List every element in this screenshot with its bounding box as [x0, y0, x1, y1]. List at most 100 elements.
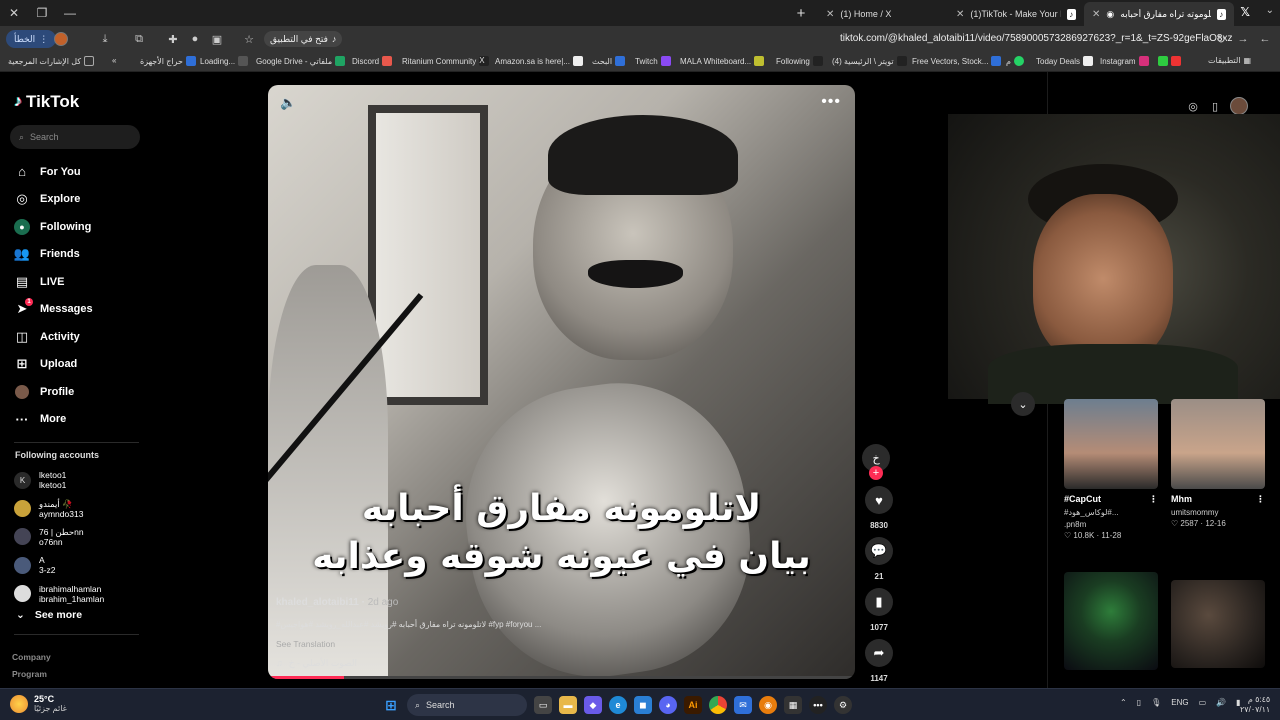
bookmark-apps[interactable]: التطبيقات ▦ — [1208, 56, 1251, 65]
video-thumbnail[interactable] — [1171, 399, 1265, 489]
nav-following[interactable]: ● Following — [14, 213, 93, 241]
url-field[interactable]: tiktok.com/@khaled_alotaibi11/video/7589… — [840, 33, 1232, 44]
follow-plus-icon[interactable]: + — [869, 466, 883, 480]
reload-icon[interactable]: ↻ — [1214, 32, 1228, 46]
bookmark-google-drive[interactable]: Google Drive - ملفاتي — [256, 56, 346, 66]
chrome-icon[interactable] — [709, 696, 727, 714]
bookmark-instagram[interactable]: Instagram — [1100, 56, 1149, 66]
bookmark-whatsapp[interactable]: م — [1006, 56, 1024, 66]
video-thumbnail[interactable] — [1171, 580, 1265, 668]
extensions-icon[interactable]: ✚ — [166, 32, 180, 46]
comment-action[interactable]: 💬 21 — [862, 537, 896, 581]
network-icon[interactable]: ▭ — [1199, 698, 1207, 707]
open-in-app-button[interactable]: فتح في التطبيق ♪ — [264, 31, 343, 47]
recommended-video-card[interactable] — [1171, 580, 1265, 668]
bookmark-search[interactable]: البحث — [592, 56, 626, 66]
creator-avatar[interactable]: خ + — [862, 444, 890, 480]
nav-live[interactable]: ▤ LIVE — [14, 268, 93, 296]
task-view-icon[interactable]: ▭ — [534, 696, 552, 714]
like-action[interactable]: ♥ 8830 — [862, 486, 896, 530]
search-input[interactable]: ⌕ Search — [10, 125, 140, 149]
bookmark-haraj[interactable]: حراج الأجهزة — [140, 56, 196, 66]
nav-profile[interactable]: Profile — [14, 378, 93, 406]
mail-icon[interactable]: ✉ — [734, 696, 752, 714]
chevron-double-icon[interactable]: « — [112, 56, 116, 65]
following-account[interactable]: Klketoo1 lketoo1 — [14, 466, 104, 494]
sound-link[interactable]: ♫ الصوت الأصلي - خ — [276, 658, 357, 669]
user-avatar[interactable] — [1230, 97, 1248, 115]
video-author[interactable]: khaled_alotaibi11 · 2d ago — [276, 597, 398, 608]
tab-tiktok-home[interactable]: ✕ (1)TikTok - Make Your Day ♪ — [948, 2, 1084, 26]
file-explorer-icon[interactable]: ▬ — [559, 696, 577, 714]
recommended-video-card[interactable] — [1064, 572, 1158, 670]
error-pill[interactable]: الخطأ ⋮ — [6, 30, 57, 48]
bookmark-mala[interactable]: MALA Whiteboard... — [680, 56, 765, 66]
audio-playing-icon[interactable]: ◉ — [1106, 9, 1114, 20]
bookmark-icon[interactable]: ▮ — [865, 588, 893, 616]
share-icon[interactable]: ➦ — [865, 639, 893, 667]
profile-avatar[interactable] — [54, 32, 68, 46]
download-icon[interactable]: ⤓ — [98, 32, 112, 46]
save-action[interactable]: ▮ 1077 — [862, 588, 896, 632]
clock[interactable]: ٥:٤٥ م ٢٧/٠٧/١١ — [1240, 695, 1270, 715]
bookmark-ritanium[interactable]: Ritanium Community X — [402, 56, 490, 66]
share-action[interactable]: ➦ 1147 — [862, 639, 896, 683]
following-account[interactable]: 76 | حطنnn o76nn — [14, 523, 104, 551]
bookmark-amazon[interactable]: Amazon.sa is here|... — [495, 56, 583, 66]
illustrator-icon[interactable]: Ai — [684, 696, 702, 714]
footer-link-company[interactable]: Company — [12, 649, 80, 666]
tray-expand-icon[interactable]: ⌃ — [1120, 698, 1127, 707]
recommended-video-card[interactable]: Mhm ⋮ umitsmommy ♡ 2587 · 12-16 — [1171, 399, 1265, 528]
bookmark-loading[interactable]: Loading... — [200, 56, 249, 66]
following-account[interactable]: ibrahimalhamlan ibrahim_1hamlan — [14, 580, 104, 608]
close-tab-icon[interactable]: ✕ — [1092, 9, 1100, 20]
taskbar-search[interactable]: ⌕ Search — [407, 694, 527, 716]
bookmark-twitch[interactable]: Twitch — [635, 56, 671, 66]
photos-icon[interactable]: ◼ — [634, 696, 652, 714]
more-vertical-icon[interactable]: ⋮ — [1256, 494, 1265, 505]
battery-icon[interactable]: ▯ — [1137, 698, 1141, 707]
windows-start-icon[interactable]: ⊞ — [382, 696, 400, 714]
video-progress-bar[interactable] — [268, 676, 855, 679]
heart-icon[interactable]: ♥ — [865, 486, 893, 514]
video-thumbnail[interactable] — [1064, 572, 1158, 670]
footer-link-program[interactable]: Program — [12, 666, 80, 683]
tab-x-home[interactable]: ✕ (1) Home / X — [818, 2, 948, 26]
see-more-button[interactable]: ⌄ See more — [16, 609, 82, 621]
bookmark-discord[interactable]: Discord — [352, 56, 393, 66]
more-vertical-icon[interactable]: ⋮ — [1149, 494, 1158, 505]
more-options-icon[interactable]: ••• — [821, 93, 841, 111]
bookmark-extra-icons[interactable] — [1158, 56, 1181, 66]
language-indicator[interactable]: ENG — [1171, 698, 1188, 707]
following-account[interactable]: أيمندو 🥀 aymndo313 — [14, 494, 104, 522]
recommended-video-card[interactable]: #CapCut ⋮ #لوكاس_هود#... .pn8m ♡ 10.8K · … — [1064, 399, 1158, 540]
close-tab-icon[interactable]: ✕ — [826, 9, 834, 20]
tab-tiktok-video[interactable]: ✕ ◉ لا تلوموته تراه مفارق أحبابه | ♪ — [1084, 2, 1234, 26]
calculator-icon[interactable]: ▦ — [784, 696, 802, 714]
copilot-icon[interactable]: ◆ — [584, 696, 602, 714]
microphone-icon[interactable]: 🎙 — [1151, 698, 1161, 707]
new-tab-button[interactable]: + — [792, 4, 810, 22]
video-thumbnail[interactable] — [1064, 399, 1158, 489]
coin-icon[interactable]: ◎ — [1186, 99, 1200, 113]
back-icon[interactable]: ← — [1258, 32, 1272, 46]
comment-icon[interactable]: 💬 — [865, 537, 893, 565]
extension-red-icon[interactable]: ● — [188, 32, 202, 46]
video-player[interactable]: لاتلومونه مفارق أحبابه بيان في عيونه شوق… — [268, 85, 855, 679]
bookmark-twitter[interactable]: (4) تويتر \ الرئيسية — [832, 56, 907, 66]
minimize-window-icon[interactable]: — — [56, 0, 84, 26]
close-tab-icon[interactable]: ✕ — [956, 9, 964, 20]
bookmark-star-icon[interactable]: ☆ — [242, 32, 256, 46]
restore-window-icon[interactable]: ❐ — [28, 0, 56, 26]
nav-friends[interactable]: 👥 Friends — [14, 241, 93, 269]
bookmark-today-deals[interactable]: Today Deals — [1036, 56, 1094, 66]
close-window-icon[interactable]: ✕ — [0, 0, 28, 26]
weather-widget[interactable]: 25°C غائم جزئيًا — [10, 694, 67, 713]
bookmark-freevectors[interactable]: Free Vectors, Stock... — [912, 56, 1002, 66]
blender-icon[interactable]: ◉ — [759, 696, 777, 714]
messenger-icon[interactable]: ••• — [809, 696, 827, 714]
nav-activity[interactable]: ◫ Activity — [14, 323, 93, 351]
nav-upload[interactable]: ⊞ Upload — [14, 351, 93, 379]
nav-explore[interactable]: ◎ Explore — [14, 186, 93, 214]
bookmark-all[interactable]: كل الإشارات المرجعية — [8, 56, 95, 66]
